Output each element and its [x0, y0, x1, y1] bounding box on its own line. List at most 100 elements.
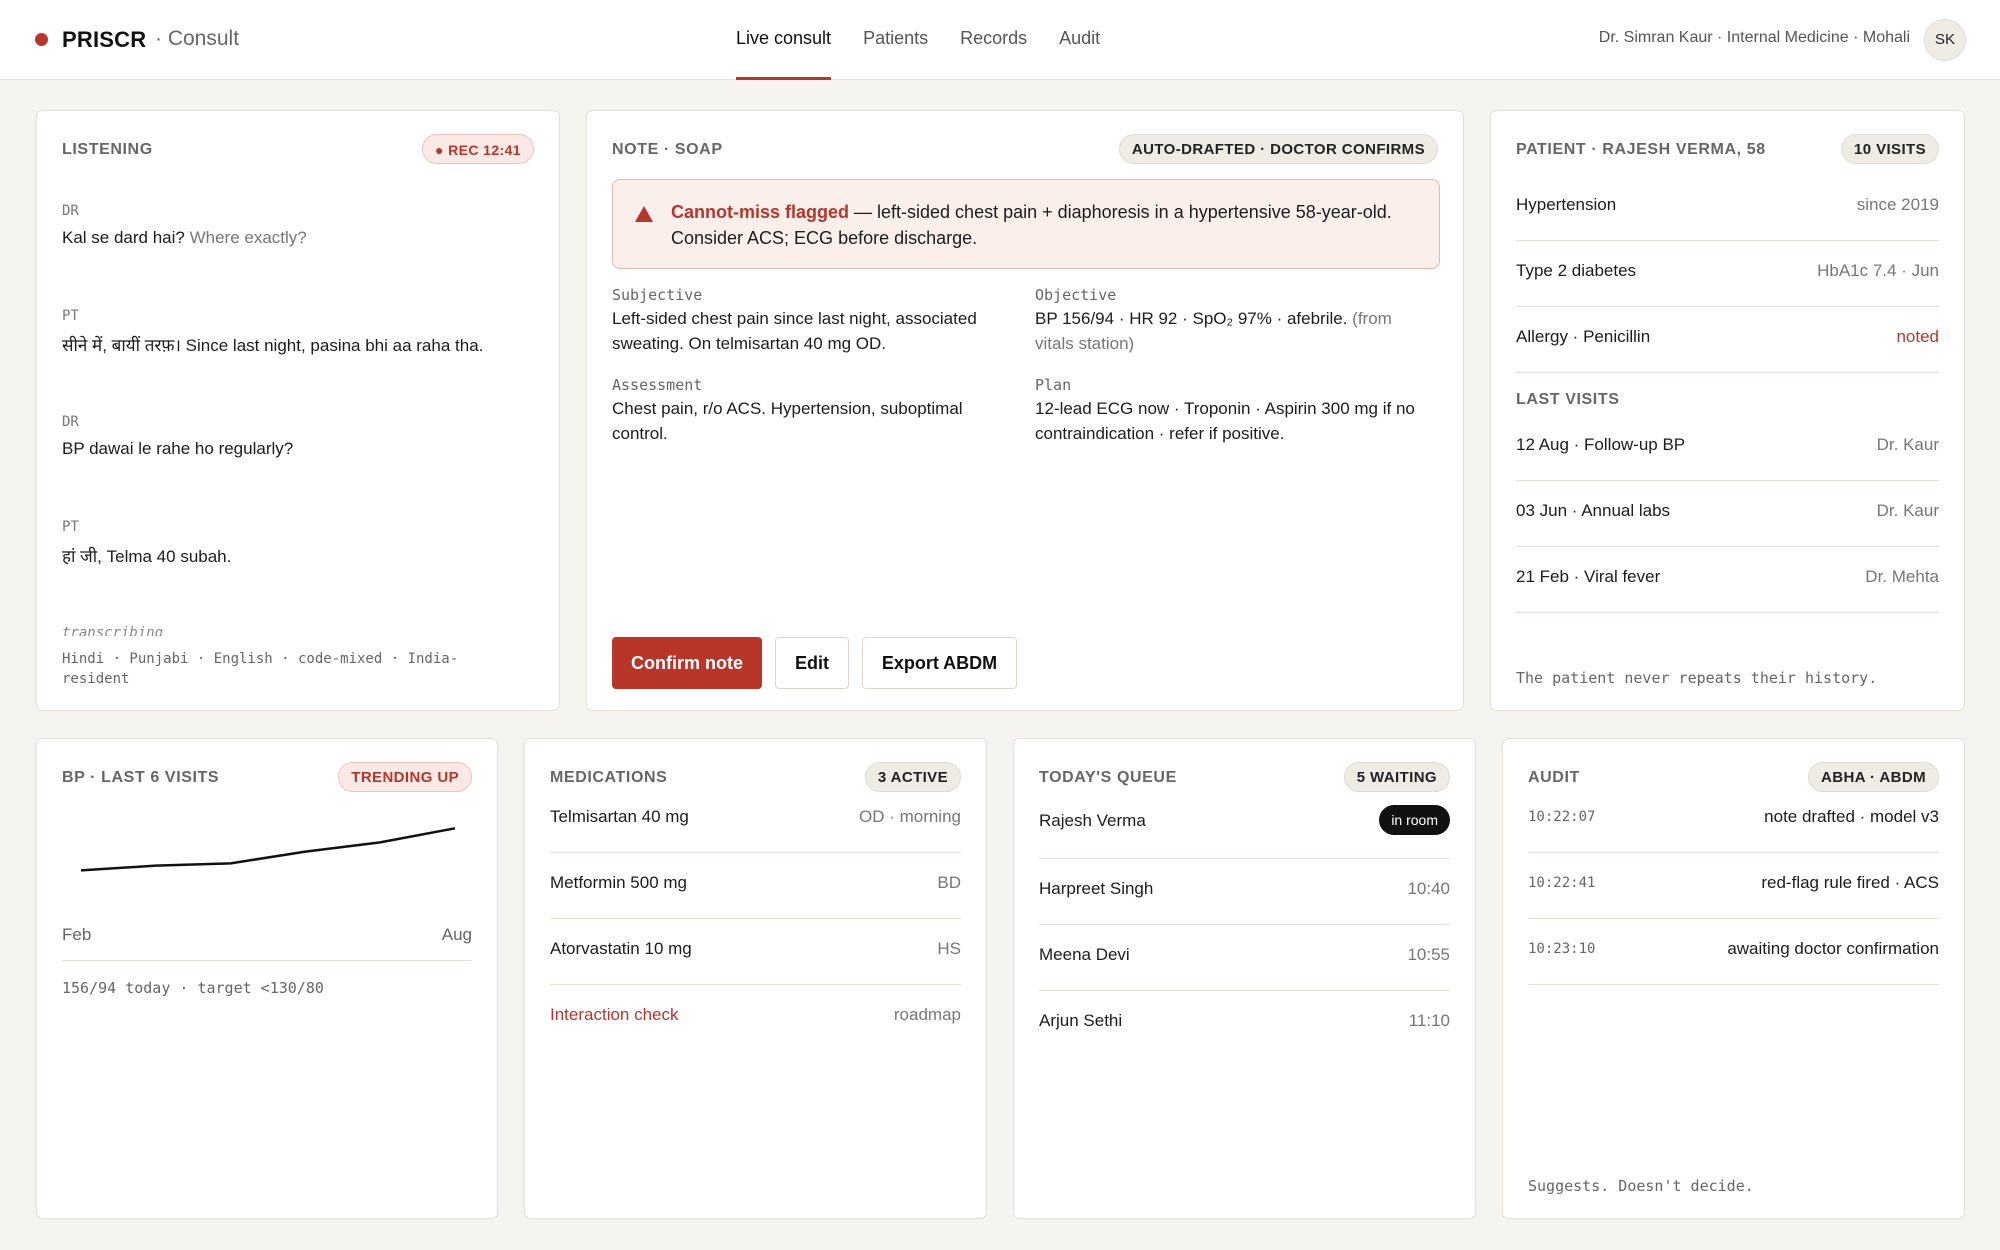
x-tick-label: Aug	[441, 925, 472, 944]
audit-event: awaiting doctor confirmation	[1727, 939, 1939, 958]
visit-doctor: Dr. Kaur	[1876, 501, 1939, 520]
plan-text: 12-lead ECG now · Troponin · Aspirin 300…	[1035, 399, 1415, 443]
interaction-check-link[interactable]: Interaction check	[550, 1005, 679, 1025]
medication-dose: HS	[937, 939, 961, 958]
brand-suffix: · Consult	[155, 27, 240, 50]
turn-text: हां जी, Telma 40 subah.	[62, 547, 232, 566]
language-footer: Hindi · Punjabi · English · code-mixed ·…	[62, 651, 459, 687]
visit-doctor: Dr. Mehta	[1865, 567, 1939, 586]
objective-text: BP 156/94 · HR 92 · SpO₂ 97% · afebrile.…	[1035, 306, 1435, 356]
nav-patients[interactable]: Patients	[863, 0, 928, 80]
assessment-label: Assessment	[612, 376, 703, 394]
audit-event: red-flag rule fired · ACS	[1761, 873, 1939, 892]
visit-doctor: Dr. Kaur	[1876, 435, 1939, 454]
audit-time: 10:22:41	[1528, 875, 1596, 891]
visit-row[interactable]: 12 Aug · Follow-up BP Dr. Kaur	[1516, 415, 1939, 481]
chart-baseline	[62, 960, 472, 961]
last-visits-title: LAST VISITS	[1516, 391, 1620, 408]
queue-time: 10:40	[1407, 879, 1450, 898]
queue-patient-name: Meena Devi	[1039, 945, 1130, 964]
audit-title: AUDIT	[1528, 769, 1580, 786]
alert-strong: Cannot-miss flagged	[671, 202, 850, 222]
medication-name: Atorvastatin 10 mg	[550, 939, 692, 958]
edit-button[interactable]: Edit	[775, 637, 849, 689]
medication-dose: BD	[937, 873, 961, 892]
turn-text-main: Kal se dard hai?	[62, 228, 185, 247]
plan-label: Plan	[1035, 376, 1072, 394]
condition-value: since 2019	[1856, 195, 1939, 214]
red-flag-alert: Cannot-miss flagged — left-sided chest p…	[612, 179, 1440, 269]
note-title: NOTE · SOAP	[612, 141, 723, 158]
waiting-badge: 5 WAITING	[1343, 762, 1450, 792]
medications-card: MEDICATIONS 3 ACTIVE Telmisartan 40 mg O…	[524, 738, 987, 1219]
rec-badge: ● REC 12:41	[421, 134, 534, 164]
in-room-badge: in room	[1379, 805, 1450, 835]
visit-row[interactable]: 21 Feb · Viral fever Dr. Mehta	[1516, 547, 1939, 613]
condition-row[interactable]: Type 2 diabetes HbA1c 7.4 · Jun	[1516, 241, 1939, 307]
nav-live-consult[interactable]: Live consult	[736, 0, 832, 80]
turn-speaker: PT	[62, 308, 79, 324]
interaction-status: roadmap	[893, 1005, 961, 1024]
bp-chart	[80, 827, 456, 872]
queue-row[interactable]: Harpreet Singh 10:40	[1039, 859, 1450, 925]
subjective-text: Left-sided chest pain since last night, …	[612, 309, 977, 353]
doctor-info: Dr. Simran Kaur · Internal Medicine · Mo…	[1598, 29, 1910, 46]
allergy-row[interactable]: Allergy · Penicillin noted	[1516, 307, 1939, 373]
listening-title: LISTENING	[62, 141, 153, 158]
medication-dose: OD · morning	[858, 807, 961, 826]
listening-card: LISTENING ● REC 12:41 DR Kal se dard hai…	[36, 110, 560, 711]
turn-text: BP dawai le rahe ho regularly?	[62, 439, 294, 458]
visit-label: 12 Aug · Follow-up BP	[1516, 435, 1686, 454]
subjective-label: Subjective	[612, 286, 703, 304]
note-card: NOTE · SOAP AUTO-DRAFTED · DOCTOR CONFIR…	[586, 110, 1464, 711]
turn-text: सीने में, बायीं तरफ़। Since last night, …	[62, 336, 484, 355]
turn-speaker: PT	[62, 519, 79, 535]
condition-label: Type 2 diabetes	[1516, 261, 1637, 280]
medication-row[interactable]: Metformin 500 mg BD	[550, 853, 961, 919]
queue-patient-name: Rajesh Verma	[1039, 811, 1146, 830]
patient-footer: The patient never repeats their history.	[1516, 669, 1878, 687]
queue-row[interactable]: Rajesh Verma in room	[1039, 789, 1450, 859]
turn-text-aside: Where exactly?	[184, 228, 307, 247]
patient-title: PATIENT · RAJESH VERMA, 58	[1516, 141, 1766, 158]
warning-icon	[635, 206, 653, 222]
nav-records[interactable]: Records	[960, 0, 1027, 80]
queue-row[interactable]: Arjun Sethi 11:10	[1039, 991, 1450, 1057]
condition-label: Hypertension	[1516, 195, 1617, 214]
medication-row[interactable]: Telmisartan 40 mg OD · morning	[550, 787, 961, 853]
allergy-label: Allergy · Penicillin	[1516, 327, 1651, 346]
visit-label: 21 Feb · Viral fever	[1516, 567, 1661, 586]
queue-patient-name: Arjun Sethi	[1039, 1011, 1123, 1030]
objective-label: Objective	[1035, 286, 1117, 304]
medication-row[interactable]: Atorvastatin 10 mg HS	[550, 919, 961, 985]
queue-row[interactable]: Meena Devi 10:55	[1039, 925, 1450, 991]
audit-row: 10:22:41 red-flag rule fired · ACS	[1528, 853, 1939, 919]
avatar[interactable]: SK	[1924, 19, 1966, 61]
queue-time: 11:10	[1408, 1011, 1450, 1030]
bp-title: BP · LAST 6 VISITS	[62, 769, 220, 786]
bp-footer: 156/94 today · target <130/80	[62, 979, 324, 997]
transcribing-indicator: transcribing	[62, 625, 164, 636]
export-abdm-button[interactable]: Export ABDM	[862, 637, 1017, 689]
trending-badge: TRENDING UP	[338, 762, 472, 792]
confirm-note-button[interactable]: Confirm note	[612, 637, 762, 689]
audit-row: 10:22:07 note drafted · model v3	[1528, 787, 1939, 853]
audit-time: 10:22:07	[1528, 809, 1596, 825]
medication-name: Metformin 500 mg	[550, 873, 687, 892]
audit-time: 10:23:10	[1528, 941, 1596, 957]
audit-event: note drafted · model v3	[1764, 807, 1939, 826]
visit-row[interactable]: 03 Jun · Annual labs Dr. Kaur	[1516, 481, 1939, 547]
queue-time: 10:55	[1407, 945, 1450, 964]
turn-speaker: DR	[62, 203, 79, 219]
queue-title: TODAY'S QUEUE	[1039, 769, 1177, 786]
brand-name[interactable]: PRISCR	[62, 27, 146, 53]
allergy-status: noted	[1896, 327, 1939, 346]
queue-patient-name: Harpreet Singh	[1039, 879, 1154, 898]
audit-footer: Suggests. Doesn't decide.	[1528, 1177, 1754, 1195]
visits-badge: 10 VISITS	[1841, 134, 1939, 164]
condition-row[interactable]: Hypertension since 2019	[1516, 175, 1939, 241]
interaction-check-row[interactable]: Interaction check roadmap	[550, 985, 961, 1051]
nav-audit[interactable]: Audit	[1059, 0, 1100, 80]
medication-name: Telmisartan 40 mg	[550, 807, 689, 826]
patient-card: PATIENT · RAJESH VERMA, 58 10 VISITS Hyp…	[1490, 110, 1965, 711]
